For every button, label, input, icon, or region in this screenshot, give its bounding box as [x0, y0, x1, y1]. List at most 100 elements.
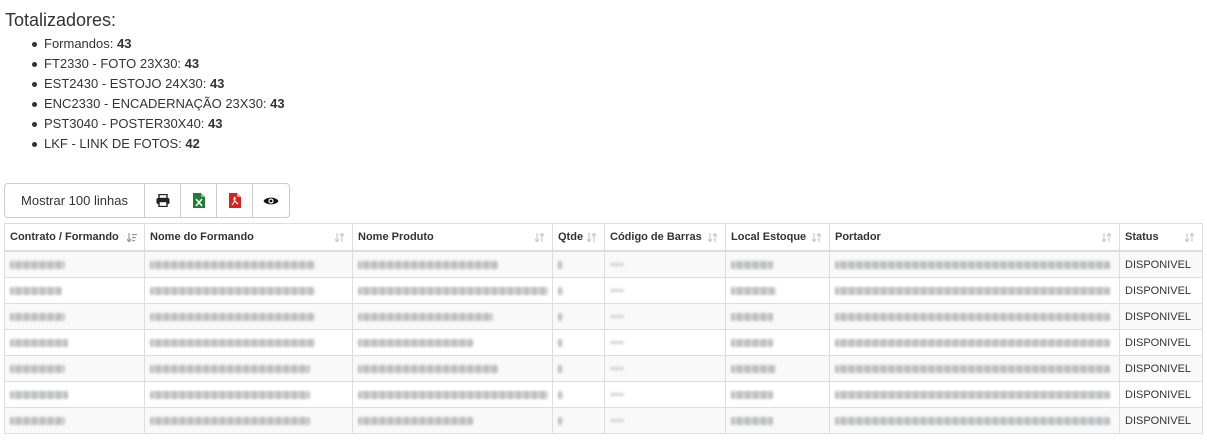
- blurred-cell: [835, 364, 1110, 373]
- total-value: 43: [116, 36, 132, 51]
- eye-icon: [263, 196, 279, 206]
- sort-icon: [708, 233, 718, 242]
- column-header-portador[interactable]: Portador: [829, 223, 1120, 252]
- blurred-cell: [150, 364, 310, 373]
- blurred-cell: [610, 341, 624, 345]
- table-toolbar: Mostrar 100 linhas: [4, 183, 290, 218]
- blurred-cell: [150, 338, 315, 347]
- blurred-cell: [835, 416, 1110, 425]
- table-row[interactable]: DISPONIVEL: [4, 250, 1203, 278]
- blurred-cell: [731, 364, 776, 373]
- list-item: Formandos: 43: [32, 34, 285, 54]
- status-cell: DISPONIVEL: [1119, 303, 1203, 330]
- table-row[interactable]: DISPONIVEL: [4, 407, 1203, 434]
- column-header-codigo-barras[interactable]: Código de Barras: [604, 223, 726, 252]
- sort-icon: [812, 233, 822, 242]
- status-cell: DISPONIVEL: [1119, 381, 1203, 408]
- column-header-status[interactable]: Status: [1119, 223, 1203, 252]
- blurred-cell: [358, 286, 548, 295]
- blurred-cell: [150, 416, 310, 425]
- column-header-nome-produto[interactable]: Nome Produto: [352, 223, 553, 252]
- blurred-cell: [835, 338, 1110, 347]
- table-row[interactable]: DISPONIVEL: [4, 303, 1203, 330]
- blurred-cell: [558, 312, 563, 321]
- blurred-cell: [10, 286, 62, 295]
- table-row[interactable]: DISPONIVEL: [4, 381, 1203, 408]
- table-row[interactable]: DISPONIVEL: [4, 277, 1203, 304]
- blurred-cell: [558, 364, 563, 373]
- blurred-cell: [558, 286, 563, 295]
- sort-icon: [1102, 233, 1112, 242]
- blurred-cell: [150, 260, 315, 269]
- blurred-cell: [558, 390, 563, 399]
- blurred-cell: [358, 312, 493, 321]
- list-item: LKF - LINK DE FOTOS: 42: [32, 134, 285, 154]
- blurred-cell: [150, 312, 315, 321]
- total-label: PST3040 - POSTER30X40:: [44, 116, 209, 131]
- blurred-cell: [731, 416, 773, 425]
- sort-icon: [587, 233, 597, 242]
- blurred-cell: [10, 260, 65, 269]
- list-item: ENC2330 - ENCADERNAÇÃO 23X30: 43: [32, 94, 285, 114]
- column-header-contrato[interactable]: Contrato / Formando: [4, 223, 145, 252]
- blurred-cell: [835, 390, 1110, 399]
- status-cell: DISPONIVEL: [1119, 329, 1203, 356]
- blurred-cell: [10, 390, 68, 399]
- blurred-cell: [835, 286, 1110, 295]
- total-label: LKF - LINK DE FOTOS:: [44, 136, 186, 151]
- total-value: 43: [184, 56, 200, 71]
- pdf-export-button[interactable]: [217, 184, 253, 217]
- status-cell: DISPONIVEL: [1119, 277, 1203, 304]
- blurred-cell: [358, 338, 473, 347]
- table-row[interactable]: DISPONIVEL: [4, 355, 1203, 382]
- blurred-cell: [558, 338, 563, 347]
- status-cell: DISPONIVEL: [1119, 407, 1203, 434]
- blurred-cell: [10, 364, 65, 373]
- blurred-cell: [558, 260, 563, 269]
- blurred-cell: [10, 416, 65, 425]
- blurred-cell: [358, 416, 473, 425]
- blurred-cell: [150, 286, 315, 295]
- blurred-cell: [10, 312, 65, 321]
- excel-icon: [192, 193, 205, 208]
- blurred-cell: [610, 315, 624, 319]
- sort-icon: [535, 233, 545, 242]
- blurred-cell: [358, 260, 498, 269]
- print-button[interactable]: [145, 184, 181, 217]
- blurred-cell: [358, 390, 548, 399]
- total-label: EST2430 - ESTOJO 24X30:: [44, 76, 210, 91]
- blurred-cell: [610, 367, 624, 371]
- column-header-qtde[interactable]: Qtde: [552, 223, 605, 252]
- blurred-cell: [358, 364, 498, 373]
- table-row[interactable]: DISPONIVEL: [4, 329, 1203, 356]
- blurred-cell: [731, 260, 773, 269]
- list-item: PST3040 - POSTER30X40: 43: [32, 114, 285, 134]
- sort-icon: [335, 233, 345, 242]
- list-item: EST2430 - ESTOJO 24X30: 43: [32, 74, 285, 94]
- products-table: Contrato / Formando Nome do Formando Nom…: [4, 223, 1203, 434]
- excel-export-button[interactable]: [181, 184, 217, 217]
- column-visibility-button[interactable]: [253, 184, 289, 217]
- blurred-cell: [731, 286, 776, 295]
- list-item: FT2330 - FOTO 23X30: 43: [32, 54, 285, 74]
- blurred-cell: [150, 390, 310, 399]
- blurred-cell: [610, 263, 624, 267]
- show-rows-button[interactable]: Mostrar 100 linhas: [5, 184, 145, 217]
- blurred-cell: [610, 393, 624, 397]
- status-cell: DISPONIVEL: [1119, 355, 1203, 382]
- total-label: Formandos:: [44, 36, 117, 51]
- blurred-cell: [558, 416, 563, 425]
- column-header-nome-formando[interactable]: Nome do Formando: [144, 223, 353, 252]
- total-value: 43: [270, 96, 285, 111]
- total-label: ENC2330 - ENCADERNAÇÃO 23X30:: [44, 96, 271, 111]
- status-cell: DISPONIVEL: [1119, 250, 1203, 278]
- blurred-cell: [835, 260, 1110, 269]
- total-value: 43: [209, 76, 225, 91]
- sort-asc-icon: [127, 233, 137, 242]
- column-header-local-estoque[interactable]: Local Estoque: [725, 223, 830, 252]
- total-label: FT2330 - FOTO 23X30:: [44, 56, 185, 71]
- blurred-cell: [731, 312, 773, 321]
- total-value: 42: [185, 136, 200, 151]
- pdf-icon: [228, 193, 241, 208]
- table-header-row: Contrato / Formando Nome do Formando Nom…: [4, 223, 1203, 252]
